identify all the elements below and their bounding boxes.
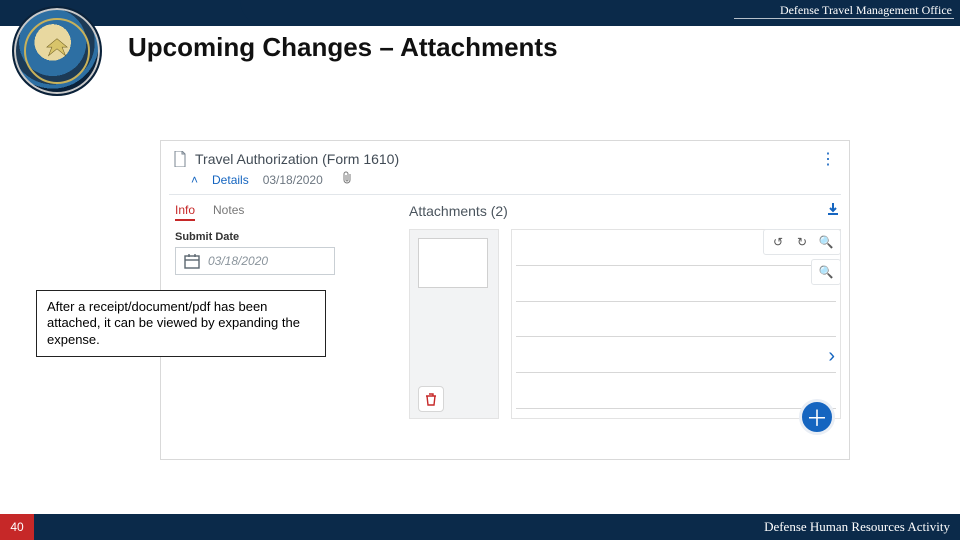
next-attachment-icon[interactable]: › <box>828 345 835 368</box>
download-icon[interactable] <box>825 201 841 222</box>
zoom-in-icon[interactable]: 🔍 <box>817 233 835 251</box>
delete-attachment-button[interactable] <box>418 386 444 412</box>
footer-org: Defense Human Resources Activity <box>764 519 950 535</box>
paperclip-icon <box>341 171 353 188</box>
submit-date-label: Submit Date <box>175 231 383 243</box>
add-attachment-button[interactable]: ＋ <box>799 399 835 435</box>
page-number: 40 <box>0 514 34 540</box>
tab-notes[interactable]: Notes <box>213 203 244 221</box>
document-icon <box>173 151 187 167</box>
details-date: 03/18/2020 <box>263 173 323 187</box>
rotate-left-icon[interactable]: ↺ <box>769 233 787 251</box>
header-underline <box>734 18 954 19</box>
submit-date-value: 03/18/2020 <box>208 254 268 268</box>
calendar-icon <box>184 253 200 269</box>
slide-title: Upcoming Changes – Attachments <box>128 32 558 63</box>
annotation-callout: After a receipt/document/pdf has been at… <box>36 290 326 357</box>
attachments-heading: Attachments (2) <box>409 203 839 219</box>
collapse-caret-icon[interactable]: ˄ <box>191 173 198 187</box>
dod-seal <box>12 6 102 96</box>
header-org: Defense Travel Management Office <box>780 3 952 18</box>
viewer-toolbar: ↺ ↻ 🔍 🔍 <box>763 229 841 285</box>
zoom-out-icon[interactable]: 🔍 <box>817 263 835 281</box>
submit-date-field[interactable]: 03/18/2020 <box>175 247 335 275</box>
details-link[interactable]: Details <box>212 173 249 187</box>
doc-title: Travel Authorization (Form 1610) <box>195 151 399 167</box>
more-menu-icon[interactable]: ⋮ <box>820 149 837 169</box>
eagle-icon <box>40 35 74 61</box>
tab-info[interactable]: Info <box>175 203 195 221</box>
rotate-right-icon[interactable]: ↻ <box>793 233 811 251</box>
attachment-thumbnail[interactable] <box>409 229 499 419</box>
footer-bar: 40 Defense Human Resources Activity <box>0 514 960 540</box>
